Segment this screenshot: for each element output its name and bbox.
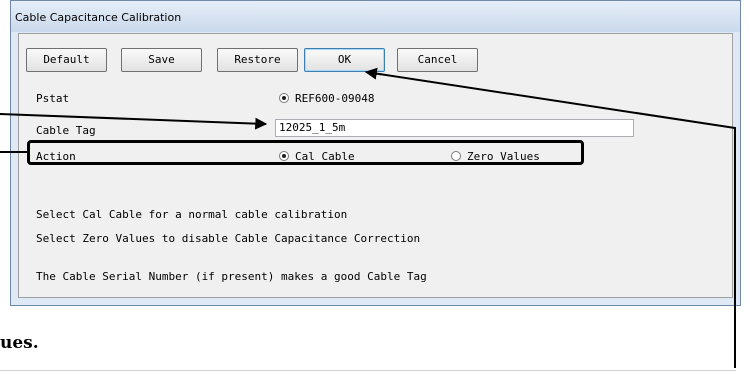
arrow-to-cable-tag bbox=[0, 113, 268, 130]
callout-arrows bbox=[0, 67, 736, 368]
arrow-to-ok-button bbox=[364, 67, 736, 368]
